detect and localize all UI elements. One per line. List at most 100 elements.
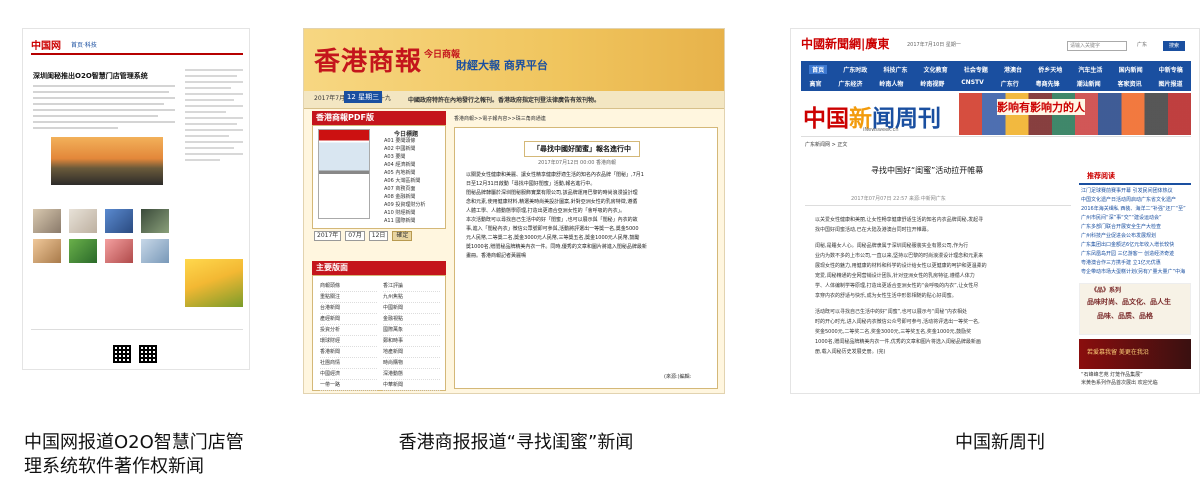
toc-item[interactable]: A08 金融新聞 [384, 193, 442, 201]
section-link[interactable]: 九州焦點 [383, 292, 440, 303]
recommend-title: 推荐阅读 [1087, 172, 1115, 180]
nav-item[interactable]: 广东行 [1001, 79, 1019, 88]
nav-item[interactable]: CNSTV [961, 79, 983, 88]
nav-item[interactable]: 港澳台 [1004, 65, 1022, 74]
nav-item[interactable]: 广东经济 [838, 79, 862, 88]
article-line: 找中国好闺蜜活动,已在大陆及港澳台同时拉开帷幕。 [815, 227, 932, 233]
year-select[interactable]: 2017年 [314, 231, 342, 241]
side-ad-image[interactable] [185, 259, 243, 307]
section-link[interactable]: 投資分析 [320, 325, 377, 336]
nav-item[interactable]: 文化教育 [924, 65, 948, 74]
search-button[interactable]: 搜索 [1163, 41, 1185, 51]
article-line: 闺秘,是睡女人心。闺秘品牌隶属于深圳闺秘服装实业有限公司,作为行 [815, 243, 969, 249]
ad-text: 米黄色系列作品首次展出 欢迎光临 [1081, 380, 1158, 386]
nav-item[interactable]: 社会专题 [964, 65, 988, 74]
china-net-logo: 中国网 [31, 41, 61, 52]
toc-item[interactable]: A04 經濟新聞 [384, 161, 442, 169]
nav-item[interactable]: 潮汕新闻 [1077, 79, 1101, 88]
section-link[interactable]: 社團商情 [320, 358, 377, 369]
nav-item[interactable]: 侨乡天地 [1038, 65, 1062, 74]
recommend-link[interactable]: 粤企带动市场大蛋糕计划(另有)“量大量广”中海 [1081, 268, 1191, 277]
section-link[interactable]: 時尚購物 [383, 358, 440, 369]
header-divider [31, 53, 243, 55]
section-link[interactable]: 地產新聞 [383, 347, 440, 358]
recommend-link[interactable]: 广东凤凰岛开园 三亿游客一 创造经济奇迹 [1081, 250, 1191, 259]
toc-item[interactable]: A11 國際新聞 [384, 217, 442, 225]
article-line: 册,载入闺秘历史发展史册。(完) [815, 349, 886, 355]
section-link[interactable]: 中國經濟 [320, 369, 377, 380]
section-link[interactable]: 金融視點 [383, 314, 440, 325]
nav-item[interactable]: 中新专稿 [1159, 65, 1183, 74]
nav-item[interactable]: 客家资讯 [1118, 79, 1142, 88]
nav-item[interactable]: 高官 [809, 79, 821, 88]
toc-item[interactable]: A01 要聞頭條 [384, 137, 442, 145]
section-link[interactable]: 一帶一路 [320, 380, 377, 391]
toc-item[interactable]: A10 財經新聞 [384, 209, 442, 217]
recommend-link[interactable]: 中国文化遗产日活动周启动广东省文化遗产 [1081, 196, 1191, 205]
nav-item[interactable]: 岭南视野 [920, 79, 944, 88]
recommend-link[interactable]: 广州市民间“深”事“交”“建设运动会” [1081, 214, 1191, 223]
section-link[interactable]: 深港動態 [383, 369, 440, 380]
section-link[interactable]: 商報頭條 [320, 281, 377, 292]
article-line: 日至12月31日啟動「尋找中國好閨蜜」活動,報名進行中。 [466, 181, 596, 187]
nav-row-primary: 首页 广东时政 科技广东 文化教育 社会专题 港澳台 侨乡天地 汽车生活 国内新… [801, 65, 1191, 74]
nav-item[interactable]: 汽车生活 [1078, 65, 1102, 74]
section-link[interactable]: 產經新聞 [320, 314, 377, 325]
notice-ticker: 中國政府特許在內地發行之報刊。香港政府指定刊登法律廣告有效刊物。 [408, 97, 601, 104]
section-link[interactable]: 香港新聞 [320, 347, 377, 358]
site-date: 2017年7月10日 星期一 [907, 42, 961, 48]
article-meta: 2017年07月07日 22:57 来源:中新网广东 [851, 196, 946, 202]
toc-item[interactable]: A06 大灣區新聞 [384, 177, 442, 185]
section-link[interactable]: 中國新聞 [383, 303, 440, 314]
recommend-link[interactable]: 2016年海关缉私 西装、海洋二“补强”还厂“至” [1081, 205, 1191, 214]
date-picker: 2017年 07月 12日 確定 [314, 231, 444, 241]
nav-item[interactable]: 科技广东 [883, 65, 907, 74]
day-select[interactable]: 12日 [368, 231, 389, 241]
section-link[interactable]: 國際萬象 [383, 325, 440, 336]
nav-item[interactable]: 广东时政 [843, 65, 867, 74]
breadcrumb[interactable]: 香港商報>>電子報內容>>珠三角商通連 [454, 115, 546, 122]
search-scope-select[interactable]: 广东 [1137, 41, 1147, 48]
section-link[interactable]: 環球財經 [320, 336, 377, 347]
toc-item[interactable]: A09 投資理財分析 [384, 201, 442, 209]
recommend-link[interactable]: 江门足球赛前赛事开幕 引发民间团体热议 [1081, 187, 1191, 196]
search-input[interactable]: 请输入关键字 [1067, 41, 1127, 51]
recommend-link[interactable]: 广东集团出口金额达6亿元年收入增长较快 [1081, 241, 1191, 250]
article-photo [51, 137, 163, 185]
toc-list: A01 要聞頭條 A02 中國新聞 A03 要聞 A04 經濟新聞 A05 內地… [384, 137, 442, 225]
nav-item[interactable]: 首页 [809, 65, 828, 74]
breadcrumb[interactable]: 广东新闻网 > 正文 [805, 141, 847, 148]
caption-china-newsweek: 中国新周刊 [955, 432, 1045, 453]
toc-item[interactable]: A02 中國新聞 [384, 145, 442, 153]
sidebar-links [185, 69, 243, 165]
pdf-section-title: 香港商報PDF版 [312, 111, 446, 125]
article-line: 活动既可以寻找自己生活中的好“闺蜜”,也可以展示与“闺秘”内衣相处 [815, 309, 967, 315]
article-text-lines [33, 85, 175, 133]
caption-china-net: 中国网报道O2O智慧门店管理系统软件著作权新闻 [24, 432, 244, 477]
nav-item[interactable]: 岭南人物 [879, 79, 903, 88]
nav-item[interactable]: 粤商先锋 [1036, 79, 1060, 88]
section-link[interactable]: 台港新聞 [320, 303, 377, 314]
china-net-subnav: 首页·科技 [71, 42, 97, 49]
newspaper-thumbnail[interactable] [318, 129, 370, 219]
recommend-link[interactable]: 粤港澳合作三方携手建 立1亿元优惠 [1081, 259, 1191, 268]
nav-item[interactable]: 图片报道 [1159, 79, 1183, 88]
toc-item[interactable]: A07 商務頁面 [384, 185, 442, 193]
section-link[interactable]: 重點關注 [320, 292, 377, 303]
day-number: 12 [346, 93, 356, 101]
toc-item[interactable]: A03 要聞 [384, 153, 442, 161]
article-line: 本次活動既可以尋找自己生活中的好「閨蜜」,也可以展示與「閨秘」內衣的故 [466, 217, 638, 223]
section-link[interactable]: 中華新聞 [383, 380, 440, 391]
article-line: 享穿内衣的舒适与快乐,成为女性生活中形影相随的贴心好闺蜜。 [815, 293, 957, 299]
recommend-link[interactable]: 广州科技产业促进会公布发展规划 [1081, 232, 1191, 241]
toc-item[interactable]: A05 內地新聞 [384, 169, 442, 177]
nav-item[interactable]: 国内新闻 [1119, 65, 1143, 74]
recommend-link[interactable]: 广东多部门联合开展安全生产大检查 [1081, 223, 1191, 232]
recommend-divider [1079, 183, 1191, 185]
section-link[interactable]: 鄭和時事 [383, 336, 440, 347]
section-link[interactable]: 香江評論 [383, 281, 440, 292]
qr-code-icon [113, 345, 131, 363]
month-select[interactable]: 07月 [345, 231, 365, 241]
go-button[interactable]: 確定 [392, 231, 413, 241]
article-headline: 深圳闺秘推出O2O智慧门店管理系统 [33, 72, 148, 80]
